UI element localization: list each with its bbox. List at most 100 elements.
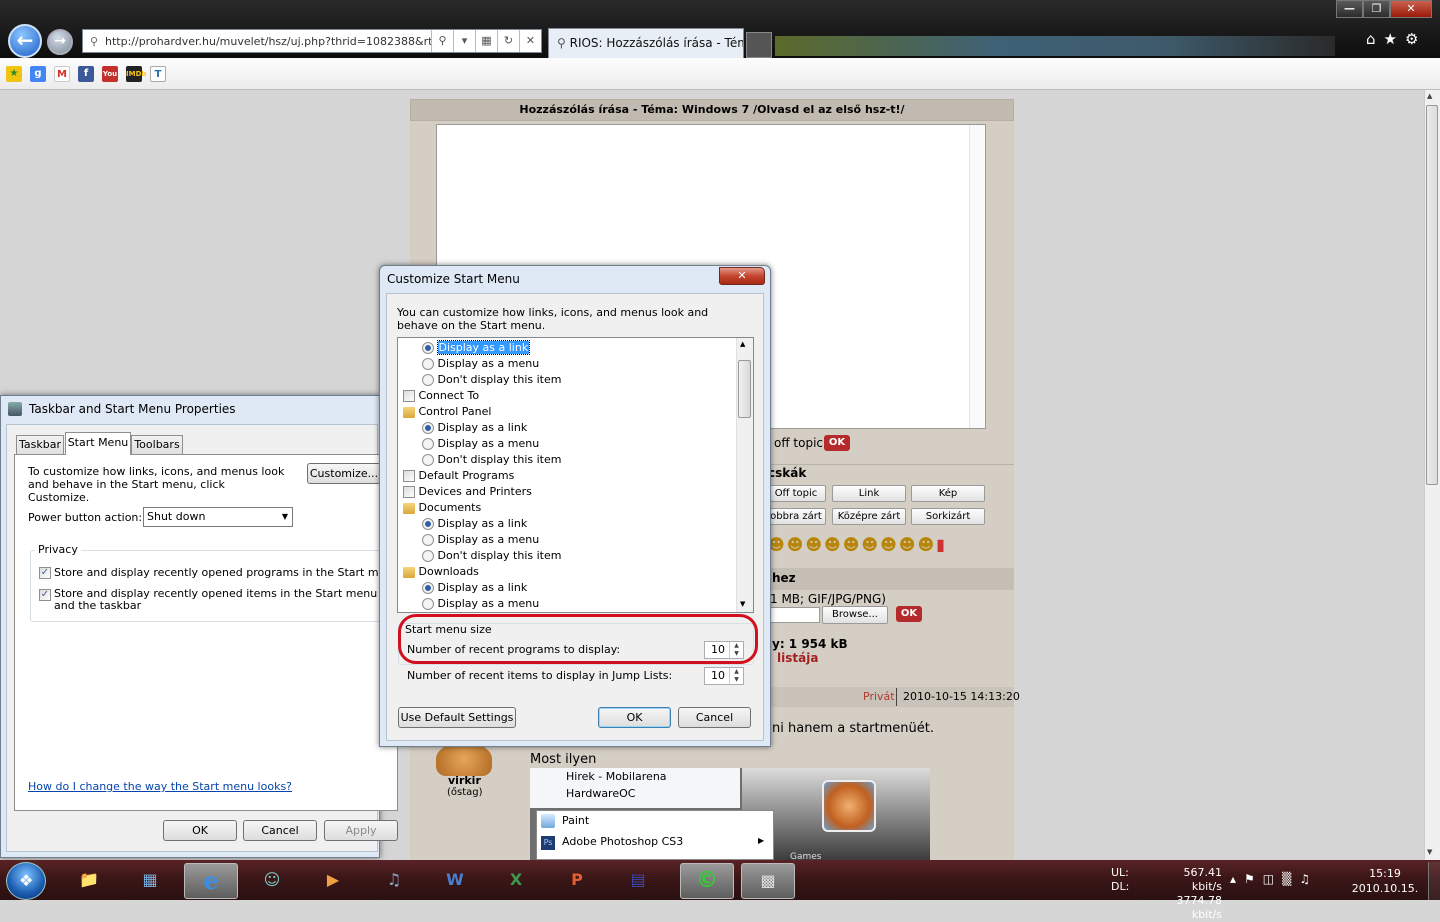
justify-button[interactable]: Sorkizárt xyxy=(911,508,985,525)
internet-explorer-icon[interactable]: e xyxy=(184,863,238,899)
option-row[interactable]: Display as a link xyxy=(422,420,527,436)
use-default-settings-button[interactable]: Use Default Settings xyxy=(398,707,516,728)
signal-icon[interactable]: ▒ xyxy=(1282,872,1299,886)
address-text[interactable]: http://prohardver.hu/muvelet/hsz/uj.php?… xyxy=(105,35,431,48)
upload-ok-button[interactable]: OK xyxy=(896,606,922,622)
checkbox[interactable] xyxy=(403,390,415,402)
align-right-button[interactable]: obbra zárt xyxy=(766,508,826,525)
option-row[interactable]: Don't display this item xyxy=(422,372,561,388)
messenger-icon[interactable]: ☺ xyxy=(245,863,299,899)
smileys-row[interactable]: ☻☻☻☻☻☻☻☻☻▮ xyxy=(768,535,947,554)
help-link[interactable]: How do I change the way the Start menu l… xyxy=(28,780,292,793)
radio-button[interactable] xyxy=(422,454,434,466)
star-add-icon[interactable]: ★ xyxy=(6,66,22,82)
flag-icon[interactable]: ⚑ xyxy=(1244,872,1263,886)
compat-view-icon[interactable]: ▦ xyxy=(475,30,497,52)
volume-icon[interactable]: ♫ xyxy=(1299,872,1318,886)
browse-button[interactable]: Browse... xyxy=(822,606,888,624)
radio-button[interactable] xyxy=(422,550,434,562)
excel-icon[interactable]: X xyxy=(489,863,543,899)
address-bar[interactable]: ⚲ http://prohardver.hu/muvelet/hsz/uj.ph… xyxy=(82,29,542,53)
private-link[interactable]: Privát xyxy=(863,690,895,703)
image-button[interactable]: Kép xyxy=(911,485,985,502)
username[interactable]: virkir xyxy=(448,774,481,787)
list-link[interactable]: listája xyxy=(777,651,818,665)
checkbox-checked-icon[interactable]: ✓ xyxy=(39,567,51,579)
start-menu-options-list[interactable]: Display as a link Display as a menu Don'… xyxy=(397,337,754,613)
forward-button[interactable]: → xyxy=(47,29,73,55)
minimize-button[interactable]: — xyxy=(1336,0,1363,18)
restore-button[interactable]: ❐ xyxy=(1363,0,1390,18)
google-icon[interactable]: g xyxy=(30,66,46,82)
scrollbar-thumb[interactable] xyxy=(1426,105,1438,485)
show-desktop-button[interactable] xyxy=(1428,862,1440,900)
list-scrollbar[interactable]: ▲ ▼ xyxy=(736,338,753,612)
tab-active[interactable]: ⚲ RIOS: Hozzászólás írása - Tém... xyxy=(548,28,744,58)
stop-icon[interactable]: ✕ xyxy=(519,30,541,52)
privacy-programs-checkbox[interactable]: ✓ xyxy=(39,566,51,579)
scroll-down-icon[interactable]: ▼ xyxy=(740,600,745,608)
explorer-icon[interactable]: 📁 xyxy=(62,863,116,899)
radio-button[interactable] xyxy=(422,598,434,610)
option-row[interactable]: Display as a menu xyxy=(422,532,539,548)
gear-icon[interactable]: ⚙ xyxy=(1405,30,1426,48)
itunes-icon[interactable]: ♫ xyxy=(367,863,421,899)
checkbox[interactable] xyxy=(403,486,415,498)
show-hidden-icon[interactable]: ▴ xyxy=(1230,872,1244,886)
scroll-down-icon[interactable]: ▼ xyxy=(1427,848,1432,856)
checkbox[interactable] xyxy=(403,470,415,482)
option-row[interactable]: Don't display this item xyxy=(422,452,561,468)
utorrent-icon[interactable]: © xyxy=(680,863,734,899)
close-window-button[interactable]: ✕ xyxy=(1390,0,1432,18)
word-icon[interactable]: W xyxy=(428,863,482,899)
checkbox-checked-icon[interactable]: ✓ xyxy=(39,589,51,601)
offtopic-ok-button[interactable]: OK xyxy=(824,435,850,451)
taskbar-ok-button[interactable]: OK xyxy=(163,820,237,841)
radio-button[interactable] xyxy=(422,438,434,450)
apply-button[interactable]: Apply xyxy=(324,820,398,841)
link-button[interactable]: Link xyxy=(832,485,906,502)
back-button[interactable]: ← xyxy=(8,24,42,58)
customize-button[interactable]: Customize... xyxy=(307,463,381,484)
file-path-input[interactable] xyxy=(770,607,820,623)
option-row[interactable]: Display as a menu xyxy=(422,596,539,612)
tab-start-menu[interactable]: Start Menu xyxy=(65,432,131,455)
jump-list-stepper[interactable]: 10 ▲ ▼ xyxy=(704,667,744,685)
save-disk-icon[interactable]: ▤ xyxy=(611,863,665,899)
home-icon[interactable]: ⌂ xyxy=(1366,30,1384,48)
option-row[interactable]: Don't display this item xyxy=(422,548,561,564)
radio-button[interactable] xyxy=(422,374,434,386)
option-row[interactable]: Devices and Printers xyxy=(403,484,532,500)
scroll-up-icon[interactable]: ▲ xyxy=(1427,92,1432,100)
offtopic-format-button[interactable]: Off topic xyxy=(766,485,826,502)
taskbar-properties-icon[interactable]: ▩ xyxy=(741,863,795,899)
t-icon[interactable]: T xyxy=(150,66,166,82)
spinner-arrows-icon[interactable]: ▲ ▼ xyxy=(729,668,743,684)
radio-button[interactable] xyxy=(422,342,434,354)
imdb-icon[interactable]: IMDb xyxy=(126,66,146,82)
dropdown-icon[interactable]: ▾ xyxy=(453,30,475,52)
option-row[interactable]: Display as a link xyxy=(422,580,527,596)
option-row[interactable]: Connect To xyxy=(403,388,479,404)
option-row[interactable]: Display as a link xyxy=(422,516,527,532)
taskbar-cancel-button[interactable]: Cancel xyxy=(243,820,317,841)
network-icon[interactable]: ▦ xyxy=(123,863,177,899)
option-row[interactable]: Documents xyxy=(403,500,481,516)
radio-button[interactable] xyxy=(422,518,434,530)
align-center-button[interactable]: Középre zárt xyxy=(832,508,906,525)
clock[interactable]: 15:19 2010.10.15. xyxy=(1350,866,1420,896)
device-icon[interactable]: ◫ xyxy=(1263,872,1282,886)
option-row[interactable]: Display as a menu xyxy=(422,356,539,372)
option-row[interactable]: Display as a link xyxy=(422,340,531,356)
list-scroll-thumb[interactable] xyxy=(738,360,751,418)
close-icon[interactable]: ✕ xyxy=(719,267,765,285)
option-row[interactable]: Control Panel xyxy=(403,404,491,420)
radio-button[interactable] xyxy=(422,358,434,370)
tab-toolbars[interactable]: Toolbars xyxy=(131,435,183,454)
radio-button[interactable] xyxy=(422,582,434,594)
tab-taskbar[interactable]: Taskbar xyxy=(16,435,64,454)
option-row[interactable]: Downloads xyxy=(403,564,479,580)
powerpoint-icon[interactable]: P xyxy=(550,863,604,899)
option-row[interactable]: Display as a menu xyxy=(422,436,539,452)
search-icon[interactable]: ⚲ xyxy=(431,30,453,52)
